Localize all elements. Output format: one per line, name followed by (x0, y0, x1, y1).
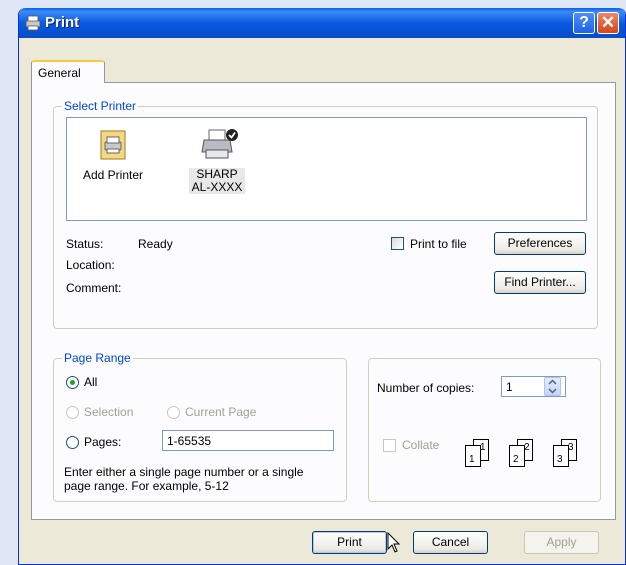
mouse-cursor-icon (387, 532, 401, 553)
general-tab-panel: Select Printer Add Printer SHARP AL-XXXX… (31, 82, 616, 520)
close-button[interactable]: ✕ (597, 12, 619, 34)
page-range-label: Page Range (62, 351, 133, 365)
radio-pages[interactable] (66, 436, 79, 449)
location-label: Location: (66, 258, 115, 272)
radio-selection[interactable] (66, 406, 79, 419)
radio-all-label[interactable]: All (84, 375, 97, 389)
status-value: Ready (138, 237, 173, 251)
title-bar[interactable]: Print ? ✕ (19, 8, 625, 38)
apply-button[interactable]: Apply (524, 531, 599, 554)
tab-general[interactable]: General (31, 60, 105, 83)
radio-all-selected-dot (70, 380, 75, 385)
radio-current-page-label[interactable]: Current Page (185, 405, 256, 419)
copies-spinner[interactable] (544, 377, 561, 396)
print-dialog: Print ? ✕ General Select Printer Add Pri… (18, 8, 626, 565)
printer-icon (25, 15, 41, 31)
collate-checkbox[interactable] (383, 439, 396, 452)
page-range-hint-line1: Enter either a single page number or a s… (64, 465, 304, 479)
radio-selection-label[interactable]: Selection (84, 405, 133, 419)
printer-item-add-printer[interactable]: Add Printer (73, 128, 153, 182)
select-printer-label: Select Printer (62, 99, 139, 113)
cancel-button[interactable]: Cancel (413, 531, 488, 554)
page-range-group: Page Range All Selection Current Page Pa… (53, 351, 347, 502)
add-printer-icon (96, 128, 130, 162)
preferences-button[interactable]: Preferences (494, 232, 586, 255)
printer-item-sharp[interactable]: SHARP AL-XXXX (177, 128, 257, 194)
pages-input[interactable]: 1-65535 (162, 430, 334, 451)
find-printer-button[interactable]: Find Printer... (494, 271, 586, 294)
sharp-printer-label: SHARP AL-XXXX (188, 168, 246, 194)
print-button[interactable]: Print (312, 531, 387, 554)
copies-group: Number of copies: 1 Collate 1 1 2 2 3 3 (368, 358, 601, 502)
spinner-arrows-icon (548, 379, 557, 394)
collate-label[interactable]: Collate (402, 438, 439, 452)
add-printer-label: Add Printer (82, 168, 144, 182)
select-printer-group: Select Printer Add Printer SHARP AL-XXXX… (53, 99, 598, 329)
collate-page-front-2: 2 (509, 445, 525, 467)
collate-page-front-1: 1 (465, 445, 481, 467)
help-button[interactable]: ? (573, 12, 595, 34)
printer-default-icon (200, 128, 238, 162)
copies-label: Number of copies: (377, 381, 475, 395)
page-range-hint-line2: page range. For example, 5-12 (64, 479, 229, 493)
radio-current-page[interactable] (167, 406, 180, 419)
comment-label: Comment: (66, 281, 122, 295)
radio-pages-label[interactable]: Pages: (84, 435, 121, 449)
window-title: Print (45, 14, 80, 31)
printer-list[interactable]: Add Printer SHARP AL-XXXX (66, 117, 587, 221)
print-to-file-label[interactable]: Print to file (410, 237, 467, 251)
collate-pages-icon: 1 1 2 2 3 3 (463, 439, 593, 479)
status-label: Status: (66, 237, 104, 251)
print-to-file-checkbox[interactable] (391, 237, 404, 250)
collate-page-front-3: 3 (553, 445, 569, 467)
radio-all[interactable] (66, 376, 79, 389)
